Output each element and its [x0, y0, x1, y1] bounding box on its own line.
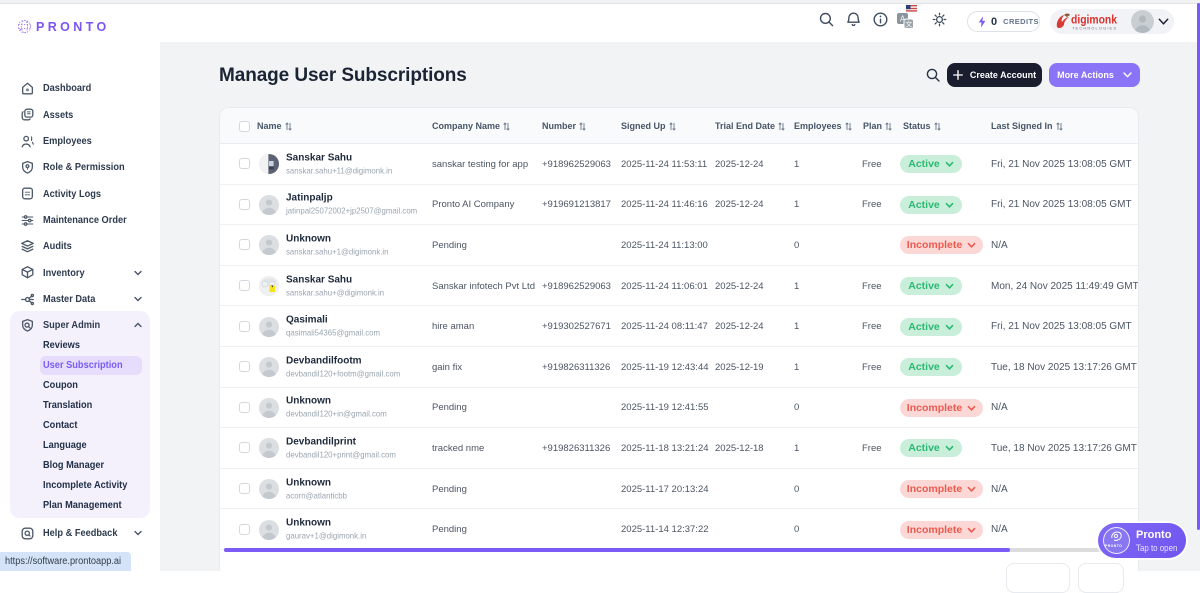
svg-text:文: 文: [905, 20, 912, 29]
svg-text:TECHNOLOGIES: TECHNOLOGIES: [1072, 26, 1116, 31]
svg-text:digimonk: digimonk: [1071, 13, 1117, 27]
